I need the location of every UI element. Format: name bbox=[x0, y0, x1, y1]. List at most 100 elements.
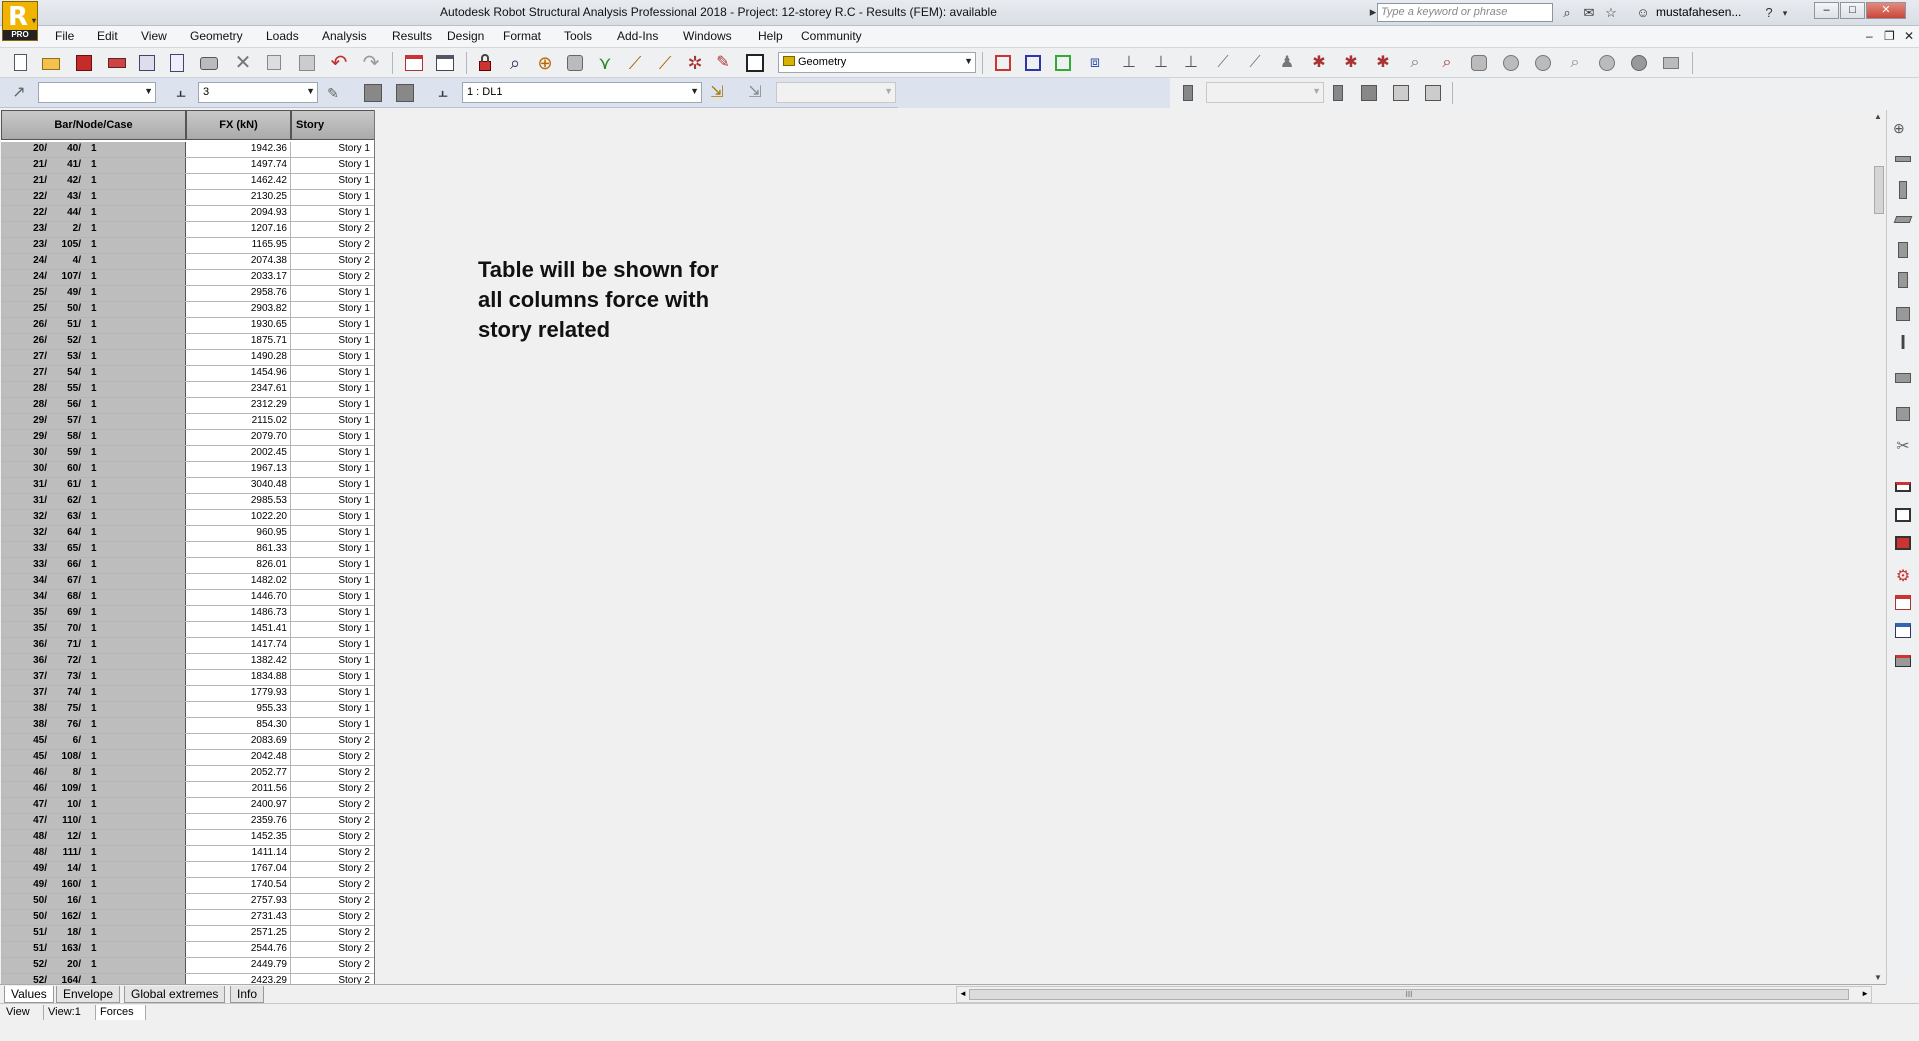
cell-story[interactable]: Story 2 bbox=[291, 974, 374, 984]
cell-bar-node-case[interactable]: 34/67/1 bbox=[1, 574, 186, 589]
cell-story[interactable]: Story 2 bbox=[291, 766, 374, 781]
new-file-icon[interactable] bbox=[10, 52, 32, 74]
cell-fx[interactable]: 1382.42 bbox=[186, 654, 291, 669]
column-header-story[interactable]: Story bbox=[291, 110, 374, 140]
cell-story[interactable]: Story 1 bbox=[291, 606, 374, 621]
status-forces[interactable]: Forces bbox=[96, 1005, 146, 1020]
cell-story[interactable]: Story 1 bbox=[291, 718, 374, 733]
cell-fx[interactable]: 1497.74 bbox=[186, 158, 291, 173]
cell-fx[interactable]: 2359.76 bbox=[186, 814, 291, 829]
cell-fx[interactable]: 1411.14 bbox=[186, 846, 291, 861]
table-row[interactable]: 23/105/1 1165.95 Story 2 bbox=[1, 238, 374, 254]
cell-story[interactable]: Story 2 bbox=[291, 862, 374, 877]
cell-bar-node-case[interactable]: 50/162/1 bbox=[1, 910, 186, 925]
cell-fx[interactable]: 2985.53 bbox=[186, 494, 291, 509]
results-table-tool-icon[interactable] bbox=[1893, 592, 1913, 612]
cell-story[interactable]: Story 1 bbox=[291, 190, 374, 205]
horizontal-scroll-thumb[interactable]: III bbox=[969, 989, 1849, 1000]
cell-story[interactable]: Story 2 bbox=[291, 254, 374, 269]
cell-story[interactable]: Story 1 bbox=[291, 302, 374, 317]
cell-bar-node-case[interactable]: 33/65/1 bbox=[1, 542, 186, 557]
cell-bar-node-case[interactable]: 25/50/1 bbox=[1, 302, 186, 317]
filter-icon[interactable]: ✎ bbox=[322, 82, 344, 104]
load-case-icon[interactable]: ⫠ bbox=[432, 82, 454, 104]
cell-story[interactable]: Story 1 bbox=[291, 462, 374, 477]
scroll-down-icon[interactable]: ▼ bbox=[1874, 973, 1882, 982]
sections-tool-icon[interactable]: I bbox=[1893, 332, 1913, 354]
cell-bar-node-case[interactable]: 28/55/1 bbox=[1, 382, 186, 397]
zoom-all-icon[interactable]: ⊕ bbox=[534, 52, 556, 74]
cell-bar-node-case[interactable]: 35/69/1 bbox=[1, 606, 186, 621]
view-3d-icon[interactable] bbox=[564, 52, 586, 74]
zoom-window-icon[interactable]: ⌕ bbox=[504, 52, 526, 74]
cell-bar-node-case[interactable]: 32/64/1 bbox=[1, 526, 186, 541]
cell-fx[interactable]: 1417.74 bbox=[186, 638, 291, 653]
view-options-icon[interactable] bbox=[1660, 52, 1682, 74]
cell-story[interactable]: Story 2 bbox=[291, 830, 374, 845]
cell-bar-node-case[interactable]: 24/4/1 bbox=[1, 254, 186, 269]
table-row[interactable]: 51/163/1 2544.76 Story 2 bbox=[1, 942, 374, 958]
bars-tool-icon[interactable] bbox=[1893, 150, 1913, 170]
table-row[interactable]: 27/53/1 1490.28 Story 1 bbox=[1, 350, 374, 366]
story-icon[interactable]: ⫠ bbox=[170, 82, 192, 104]
user-name[interactable]: mustafahesen... bbox=[1656, 5, 1741, 19]
menu-analysis[interactable]: Analysis bbox=[322, 29, 367, 43]
cell-bar-node-case[interactable]: 33/66/1 bbox=[1, 558, 186, 573]
slabs-tool-icon[interactable] bbox=[1893, 270, 1913, 290]
menu-help[interactable]: Help bbox=[758, 29, 783, 43]
cell-fx[interactable]: 960.95 bbox=[186, 526, 291, 541]
table-row[interactable]: 29/58/1 2079.70 Story 1 bbox=[1, 430, 374, 446]
cell-fx[interactable]: 1452.35 bbox=[186, 830, 291, 845]
bar-local-axis-icon[interactable]: ⊥ bbox=[1118, 52, 1140, 74]
table-row[interactable]: 27/54/1 1454.96 Story 1 bbox=[1, 366, 374, 382]
tables-icon[interactable] bbox=[403, 52, 425, 74]
selection-icon[interactable]: ↗ bbox=[8, 82, 30, 104]
table-row[interactable]: 37/73/1 1834.88 Story 1 bbox=[1, 670, 374, 686]
menu-tools[interactable]: Tools bbox=[564, 29, 592, 43]
nodes-display-icon[interactable] bbox=[992, 52, 1014, 74]
cell-fx[interactable]: 1767.04 bbox=[186, 862, 291, 877]
cell-story[interactable]: Story 1 bbox=[291, 478, 374, 493]
menu-results[interactable]: Results bbox=[392, 29, 432, 43]
cell-story[interactable]: Story 1 bbox=[291, 638, 374, 653]
table-row[interactable]: 26/52/1 1875.71 Story 1 bbox=[1, 334, 374, 350]
cell-fx[interactable]: 2115.02 bbox=[186, 414, 291, 429]
load-case-combo[interactable]: 1 : DL1 ▼ bbox=[462, 82, 702, 103]
table-row[interactable]: 49/14/1 1767.04 Story 2 bbox=[1, 862, 374, 878]
cell-fx[interactable]: 2079.70 bbox=[186, 430, 291, 445]
table-row[interactable]: 47/110/1 2359.76 Story 2 bbox=[1, 814, 374, 830]
table-row[interactable]: 25/49/1 2958.76 Story 1 bbox=[1, 286, 374, 302]
cell-bar-node-case[interactable]: 27/54/1 bbox=[1, 366, 186, 381]
cell-story[interactable]: Story 1 bbox=[291, 414, 374, 429]
cell-story[interactable]: Story 1 bbox=[291, 590, 374, 605]
search-input[interactable]: Type a keyword or phrase bbox=[1377, 3, 1553, 22]
cell-bar-node-case[interactable]: 52/20/1 bbox=[1, 958, 186, 973]
cell-story[interactable]: Story 1 bbox=[291, 286, 374, 301]
tables-grid-icon[interactable] bbox=[434, 52, 456, 74]
redo-icon[interactable]: ↷ bbox=[360, 52, 382, 74]
cell-story[interactable]: Story 2 bbox=[291, 270, 374, 285]
horizontal-scrollbar[interactable]: ◄ III ► bbox=[956, 986, 1872, 1003]
cell-story[interactable]: Story 2 bbox=[291, 958, 374, 973]
table-row[interactable]: 34/67/1 1482.02 Story 1 bbox=[1, 574, 374, 590]
table-row[interactable]: 34/68/1 1446.70 Story 1 bbox=[1, 590, 374, 606]
cell-bar-node-case[interactable]: 24/107/1 bbox=[1, 270, 186, 285]
cell-bar-node-case[interactable]: 51/18/1 bbox=[1, 926, 186, 941]
menu-geometry[interactable]: Geometry bbox=[190, 29, 243, 43]
cell-story[interactable]: Story 1 bbox=[291, 654, 374, 669]
releases-tool-icon[interactable]: ✂ bbox=[1893, 436, 1913, 456]
cell-fx[interactable]: 2571.25 bbox=[186, 926, 291, 941]
table-row[interactable]: 48/12/1 1452.35 Story 2 bbox=[1, 830, 374, 846]
table-row[interactable]: 52/164/1 2423.29 Story 2 bbox=[1, 974, 374, 984]
cell-bar-node-case[interactable]: 27/53/1 bbox=[1, 350, 186, 365]
panel-display-icon[interactable]: ⟋ bbox=[1212, 52, 1234, 74]
cell-bar-node-case[interactable]: 51/163/1 bbox=[1, 942, 186, 957]
table-row[interactable]: 38/76/1 854.30 Story 1 bbox=[1, 718, 374, 734]
story-combo[interactable]: 3 ▼ bbox=[198, 82, 318, 103]
cell-fx[interactable]: 2903.82 bbox=[186, 302, 291, 317]
vertical-scroll-thumb[interactable] bbox=[1874, 166, 1884, 214]
nodes-tool-icon[interactable]: ⊕ bbox=[1893, 120, 1913, 140]
cell-fx[interactable]: 1930.65 bbox=[186, 318, 291, 333]
table-row[interactable]: 52/20/1 2449.79 Story 2 bbox=[1, 958, 374, 974]
cell-fx[interactable]: 1446.70 bbox=[186, 590, 291, 605]
